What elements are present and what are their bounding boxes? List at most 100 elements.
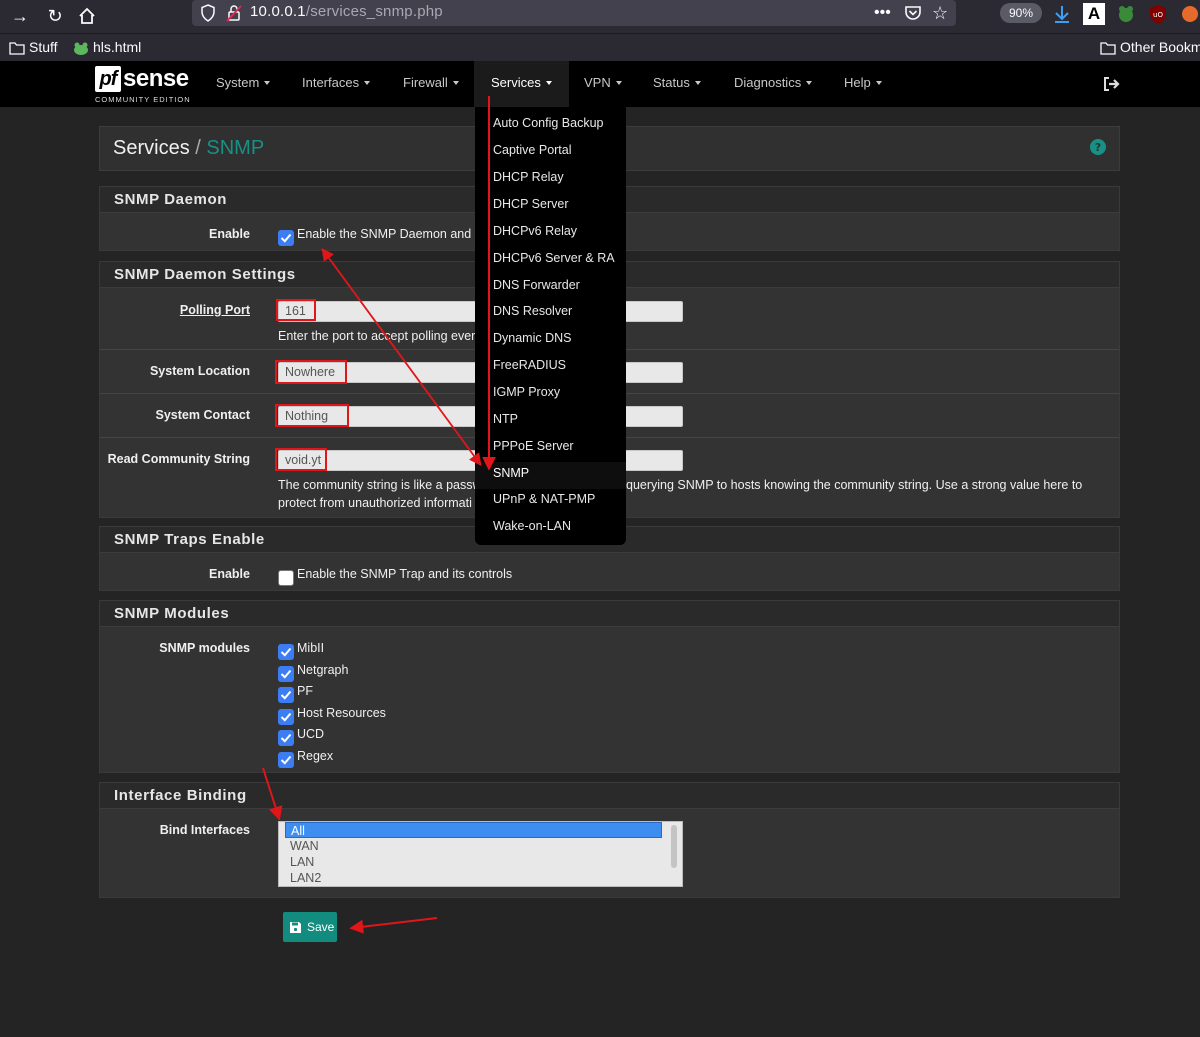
pfsense-logo[interactable]: pf sense COMMUNITY EDITION xyxy=(95,65,191,104)
panel-title: Interface Binding xyxy=(100,783,1119,809)
snmp-modules-label: SNMP modules xyxy=(159,641,250,655)
panel-title: SNMP Modules xyxy=(100,601,1119,627)
menu-item-freeradius[interactable]: FreeRADIUS xyxy=(493,358,566,372)
daemon-enable-label: Enable xyxy=(209,227,250,241)
folder-icon xyxy=(9,42,25,55)
svg-text:?: ? xyxy=(1095,141,1101,154)
zoom-level[interactable]: 90% xyxy=(1000,3,1043,23)
module-label: PF xyxy=(297,684,313,698)
annotation-box-community xyxy=(275,448,327,471)
menu-item-igmp-proxy[interactable]: IGMP Proxy xyxy=(493,385,560,399)
traps-enable-text: Enable the SNMP Trap and its controls xyxy=(297,567,513,581)
module-checkbox-pf[interactable] xyxy=(278,687,294,703)
nav-help[interactable]: Help xyxy=(844,61,882,107)
nav-status[interactable]: Status xyxy=(653,61,701,107)
bookmarks-bar: Stuff hls.html Other Bookm xyxy=(0,34,1200,61)
address-bar[interactable]: 10.0.0.1/services_snmp.php 90% ••• ☆ xyxy=(192,0,1043,26)
menu-item-ntp[interactable]: NTP xyxy=(493,412,518,426)
system-location-label: System Location xyxy=(149,364,250,378)
star-icon[interactable]: ☆ xyxy=(932,3,948,23)
listbox-option[interactable]: WAN xyxy=(285,838,662,854)
annotation-box-contact xyxy=(275,404,349,427)
arrow-to-save xyxy=(349,917,438,934)
menu-item-upnp-nat-pmp[interactable]: UPnP & NAT-PMP xyxy=(493,492,595,506)
menu-item-dns-resolver[interactable]: DNS Resolver xyxy=(493,304,572,318)
system-contact-label: System Contact xyxy=(155,408,250,422)
daemon-enable-text: Enable the SNMP Daemon and it xyxy=(297,227,481,241)
community-help-c: protect from unauthorized informati xyxy=(278,496,472,510)
annotation-box-location xyxy=(275,360,347,384)
polling-port-help: Enter the port to accept polling ever xyxy=(278,329,476,343)
top-navbar: pf sense COMMUNITY EDITION System Interf… xyxy=(0,61,1200,107)
traps-enable-label: Enable xyxy=(209,567,250,581)
panel-interface-binding: Interface Binding Bind Interfaces All WA… xyxy=(99,782,1120,898)
folder-icon xyxy=(1100,42,1116,55)
menu-item-snmp[interactable]: SNMP xyxy=(493,466,529,480)
module-checkbox-regex[interactable] xyxy=(278,752,294,768)
community-string-label: Read Community String xyxy=(107,452,250,466)
listbox-option[interactable]: All xyxy=(285,822,662,838)
menu-item-dhcpv6-server-ra[interactable]: DHCPv6 Server & RA xyxy=(493,251,615,265)
shield-icon[interactable] xyxy=(200,4,216,22)
logout-icon[interactable] xyxy=(1102,75,1120,93)
svg-text:uO: uO xyxy=(1153,11,1163,19)
frog-extension-icon[interactable] xyxy=(1115,3,1137,25)
nav-services[interactable]: Services xyxy=(474,61,569,107)
menu-item-dhcpv6-relay[interactable]: DHCPv6 Relay xyxy=(493,224,577,238)
menu-item-captive-portal[interactable]: Captive Portal xyxy=(493,143,572,157)
community-help-b: querying SNMP to hosts knowing the commu… xyxy=(626,478,1083,492)
listbox-option[interactable]: LAN2 xyxy=(285,870,662,886)
nav-diagnostics[interactable]: Diagnostics xyxy=(734,61,813,107)
module-label: MibII xyxy=(297,641,325,655)
pocket-icon[interactable] xyxy=(904,4,922,22)
daemon-enable-checkbox[interactable] xyxy=(278,230,294,246)
panel-snmp-modules: SNMP Modules SNMP modules MibII Netgraph… xyxy=(99,600,1120,773)
breadcrumb-separator: / xyxy=(195,137,201,159)
menu-item-pppoe-server[interactable]: PPPoE Server xyxy=(493,439,574,453)
services-dropdown-menu: Auto Config Backup Captive Portal DHCP R… xyxy=(475,107,626,545)
ublock-icon[interactable]: uO xyxy=(1147,3,1169,25)
bind-interfaces-listbox[interactable]: All WAN LAN LAN2 xyxy=(278,821,683,887)
more-actions-icon[interactable]: ••• xyxy=(874,3,891,23)
bookmark-folder-stuff[interactable]: Stuff xyxy=(9,37,58,57)
module-label: UCD xyxy=(297,727,325,741)
community-help-a: The community string is like a passw xyxy=(278,478,482,492)
annotation-box-polling-port xyxy=(276,299,316,321)
breadcrumb-current[interactable]: SNMP xyxy=(206,137,264,159)
module-checkbox-mibii[interactable] xyxy=(278,644,294,660)
insecure-lock-icon[interactable] xyxy=(226,4,242,22)
listbox-option[interactable]: LAN xyxy=(285,854,662,870)
nav-interfaces[interactable]: Interfaces xyxy=(302,61,371,107)
menu-item-auto-config-backup[interactable]: Auto Config Backup xyxy=(493,116,604,130)
forward-icon[interactable]: → xyxy=(8,4,32,28)
menu-item-dns-forwarder[interactable]: DNS Forwarder xyxy=(493,278,580,292)
fox-extension-icon[interactable] xyxy=(1179,3,1200,25)
reader-extension-icon[interactable]: A xyxy=(1083,3,1105,25)
nav-system[interactable]: System xyxy=(216,61,271,107)
download-icon[interactable] xyxy=(1051,3,1073,25)
bookmark-hls[interactable]: hls.html xyxy=(73,37,141,57)
polling-port-label[interactable]: Polling Port xyxy=(180,303,250,317)
floppy-disk-icon xyxy=(290,922,301,933)
menu-item-dhcp-server[interactable]: DHCP Server xyxy=(493,197,568,211)
module-label: Netgraph xyxy=(297,663,349,677)
help-icon[interactable]: ? xyxy=(1089,138,1107,156)
module-checkbox-ucd[interactable] xyxy=(278,730,294,746)
reload-icon[interactable]: ↻ xyxy=(43,4,67,28)
menu-item-wake-on-lan[interactable]: Wake-on-LAN xyxy=(493,519,571,533)
module-checkbox-host-resources[interactable] xyxy=(278,709,294,725)
home-icon[interactable] xyxy=(75,4,99,28)
menu-item-dynamic-dns[interactable]: Dynamic DNS xyxy=(493,331,572,345)
nav-firewall[interactable]: Firewall xyxy=(403,61,459,107)
breadcrumb-parent[interactable]: Services xyxy=(113,137,190,159)
traps-enable-checkbox[interactable] xyxy=(278,570,294,586)
other-bookmarks[interactable]: Other Bookm xyxy=(1100,37,1200,57)
module-label: Host Resources xyxy=(297,706,386,720)
bind-interfaces-label: Bind Interfaces xyxy=(159,823,250,837)
save-button[interactable]: Save xyxy=(283,912,337,942)
nav-vpn[interactable]: VPN xyxy=(584,61,622,107)
listbox-scrollbar[interactable] xyxy=(671,825,677,868)
menu-item-dhcp-relay[interactable]: DHCP Relay xyxy=(493,170,564,184)
module-checkbox-netgraph[interactable] xyxy=(278,666,294,682)
module-label: Regex xyxy=(297,749,334,763)
